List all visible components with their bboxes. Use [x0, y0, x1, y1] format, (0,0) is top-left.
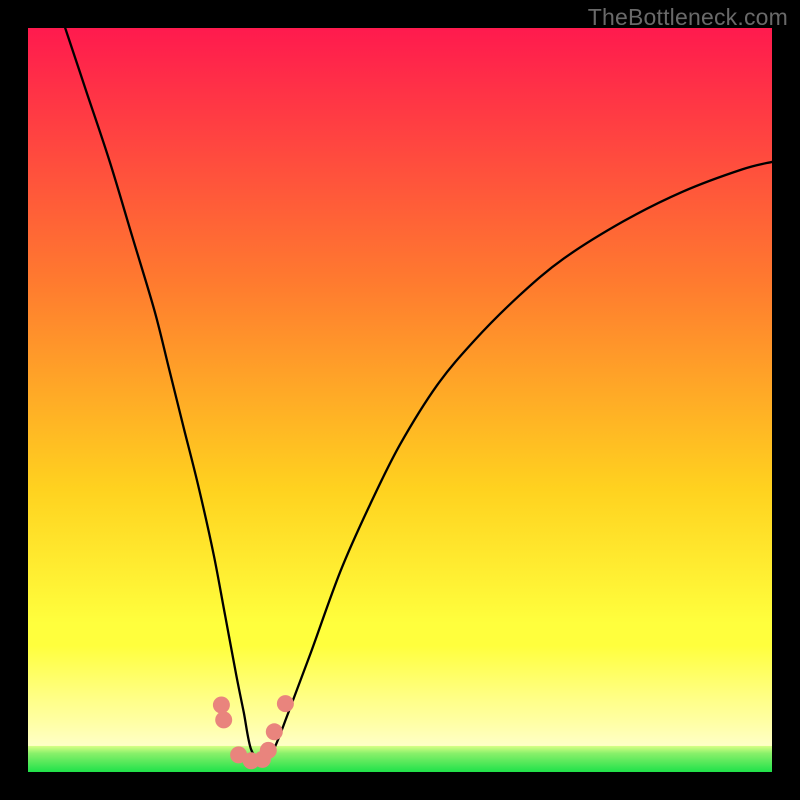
data-dot [277, 695, 294, 712]
data-dot [215, 711, 232, 728]
watermark-text: TheBottleneck.com [588, 4, 788, 31]
data-dot [213, 697, 230, 714]
data-dot [266, 723, 283, 740]
data-dot [260, 742, 277, 759]
pale-band [28, 646, 772, 746]
chart-frame: TheBottleneck.com [0, 0, 800, 800]
green-band [28, 746, 772, 772]
chart-svg [28, 28, 772, 772]
